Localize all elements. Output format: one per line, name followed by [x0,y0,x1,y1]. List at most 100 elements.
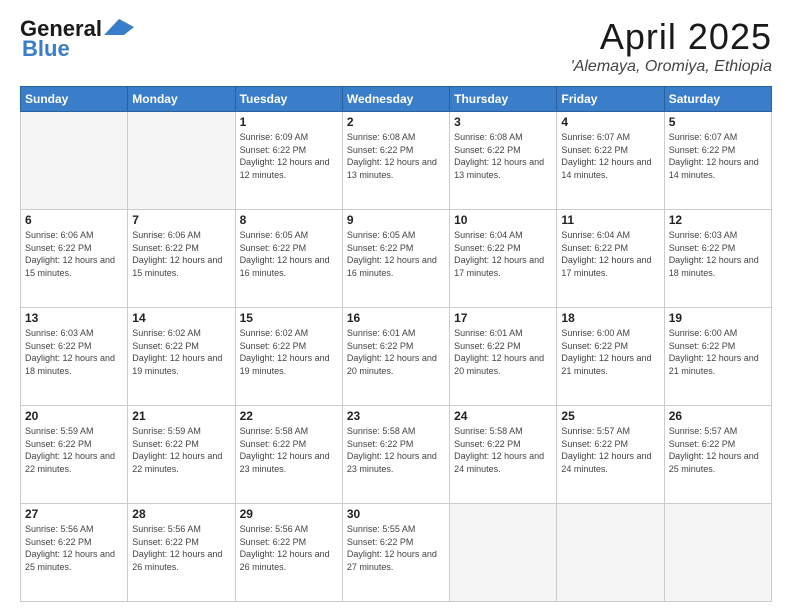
day-info: Sunrise: 5:59 AMSunset: 6:22 PMDaylight:… [25,425,123,475]
day-info: Sunrise: 6:05 AMSunset: 6:22 PMDaylight:… [240,229,338,279]
day-info: Sunrise: 6:00 AMSunset: 6:22 PMDaylight:… [669,327,767,377]
calendar-cell: 5 Sunrise: 6:07 AMSunset: 6:22 PMDaylight… [664,112,771,210]
day-number: 7 [132,213,230,227]
location: 'Alemaya, Oromiya, Ethiopia [571,58,772,76]
calendar-cell: 20 Sunrise: 5:59 AMSunset: 6:22 PMDayligh… [21,406,128,504]
day-number: 4 [561,115,659,129]
day-info: Sunrise: 6:08 AMSunset: 6:22 PMDaylight:… [454,131,552,181]
day-info: Sunrise: 5:59 AMSunset: 6:22 PMDaylight:… [132,425,230,475]
day-info: Sunrise: 6:03 AMSunset: 6:22 PMDaylight:… [669,229,767,279]
day-info: Sunrise: 6:04 AMSunset: 6:22 PMDaylight:… [561,229,659,279]
calendar-cell: 6 Sunrise: 6:06 AMSunset: 6:22 PMDaylight… [21,210,128,308]
day-info: Sunrise: 6:05 AMSunset: 6:22 PMDaylight:… [347,229,445,279]
week-row-4: 27 Sunrise: 5:56 AMSunset: 6:22 PMDayligh… [21,504,772,602]
day-info: Sunrise: 6:04 AMSunset: 6:22 PMDaylight:… [454,229,552,279]
day-info: Sunrise: 6:02 AMSunset: 6:22 PMDaylight:… [240,327,338,377]
calendar-cell: 29 Sunrise: 5:56 AMSunset: 6:22 PMDayligh… [235,504,342,602]
page: General Blue April 2025 'Alemaya, Oromiy… [0,0,792,612]
calendar-cell: 17 Sunrise: 6:01 AMSunset: 6:22 PMDayligh… [450,308,557,406]
calendar-cell: 2 Sunrise: 6:08 AMSunset: 6:22 PMDaylight… [342,112,449,210]
day-number: 27 [25,507,123,521]
day-number: 29 [240,507,338,521]
calendar-cell: 22Sunrise: 5:58 AMSunset: 6:22 PMDayligh… [235,406,342,504]
day-info: Sunrise: 5:56 AMSunset: 6:22 PMDaylight:… [132,523,230,573]
calendar-cell [664,504,771,602]
day-info: Sunrise: 6:01 AMSunset: 6:22 PMDaylight:… [454,327,552,377]
week-row-0: 1 Sunrise: 6:09 AMSunset: 6:22 PMDaylight… [21,112,772,210]
weekday-header-wednesday: Wednesday [342,87,449,112]
month-title: April 2025 [571,16,772,58]
calendar-cell: 23Sunrise: 5:58 AMSunset: 6:22 PMDayligh… [342,406,449,504]
calendar-cell: 28Sunrise: 5:56 AMSunset: 6:22 PMDayligh… [128,504,235,602]
day-info: Sunrise: 5:56 AMSunset: 6:22 PMDaylight:… [25,523,123,573]
calendar-cell [128,112,235,210]
day-number: 18 [561,311,659,325]
day-number: 25 [561,409,659,423]
calendar-cell [21,112,128,210]
calendar-cell [557,504,664,602]
day-number: 9 [347,213,445,227]
week-row-2: 13Sunrise: 6:03 AMSunset: 6:22 PMDayligh… [21,308,772,406]
weekday-header-monday: Monday [128,87,235,112]
day-info: Sunrise: 6:02 AMSunset: 6:22 PMDaylight:… [132,327,230,377]
day-info: Sunrise: 6:03 AMSunset: 6:22 PMDaylight:… [25,327,123,377]
day-number: 2 [347,115,445,129]
calendar-cell: 30 Sunrise: 5:55 AMSunset: 6:22 PMDayligh… [342,504,449,602]
day-number: 8 [240,213,338,227]
day-number: 1 [240,115,338,129]
calendar-cell: 16Sunrise: 6:01 AMSunset: 6:22 PMDayligh… [342,308,449,406]
week-row-1: 6 Sunrise: 6:06 AMSunset: 6:22 PMDaylight… [21,210,772,308]
logo: General Blue [20,16,134,62]
day-info: Sunrise: 5:58 AMSunset: 6:22 PMDaylight:… [454,425,552,475]
week-row-3: 20 Sunrise: 5:59 AMSunset: 6:22 PMDayligh… [21,406,772,504]
day-number: 5 [669,115,767,129]
calendar-cell: 8 Sunrise: 6:05 AMSunset: 6:22 PMDaylight… [235,210,342,308]
day-info: Sunrise: 6:06 AMSunset: 6:22 PMDaylight:… [25,229,123,279]
day-number: 21 [132,409,230,423]
day-number: 19 [669,311,767,325]
weekday-header-friday: Friday [557,87,664,112]
day-info: Sunrise: 6:00 AMSunset: 6:22 PMDaylight:… [561,327,659,377]
day-number: 14 [132,311,230,325]
day-number: 26 [669,409,767,423]
calendar-cell: 18 Sunrise: 6:00 AMSunset: 6:22 PMDayligh… [557,308,664,406]
day-number: 17 [454,311,552,325]
day-info: Sunrise: 5:56 AMSunset: 6:22 PMDaylight:… [240,523,338,573]
day-number: 15 [240,311,338,325]
weekday-header-row: SundayMondayTuesdayWednesdayThursdayFrid… [21,87,772,112]
day-number: 24 [454,409,552,423]
calendar-cell: 24 Sunrise: 5:58 AMSunset: 6:22 PMDayligh… [450,406,557,504]
calendar-cell: 21 Sunrise: 5:59 AMSunset: 6:22 PMDayligh… [128,406,235,504]
calendar-cell: 4 Sunrise: 6:07 AMSunset: 6:22 PMDaylight… [557,112,664,210]
calendar-cell: 11 Sunrise: 6:04 AMSunset: 6:22 PMDayligh… [557,210,664,308]
calendar-cell: 3 Sunrise: 6:08 AMSunset: 6:22 PMDaylight… [450,112,557,210]
day-info: Sunrise: 6:01 AMSunset: 6:22 PMDaylight:… [347,327,445,377]
day-number: 3 [454,115,552,129]
weekday-header-saturday: Saturday [664,87,771,112]
calendar-cell: 7 Sunrise: 6:06 AMSunset: 6:22 PMDaylight… [128,210,235,308]
day-info: Sunrise: 6:07 AMSunset: 6:22 PMDaylight:… [561,131,659,181]
day-number: 30 [347,507,445,521]
day-info: Sunrise: 5:57 AMSunset: 6:22 PMDaylight:… [561,425,659,475]
calendar-cell: 13Sunrise: 6:03 AMSunset: 6:22 PMDayligh… [21,308,128,406]
day-number: 10 [454,213,552,227]
weekday-header-thursday: Thursday [450,87,557,112]
day-number: 6 [25,213,123,227]
calendar-cell: 14 Sunrise: 6:02 AMSunset: 6:22 PMDayligh… [128,308,235,406]
calendar-cell: 25 Sunrise: 5:57 AMSunset: 6:22 PMDayligh… [557,406,664,504]
calendar-cell: 12Sunrise: 6:03 AMSunset: 6:22 PMDayligh… [664,210,771,308]
day-info: Sunrise: 6:06 AMSunset: 6:22 PMDaylight:… [132,229,230,279]
day-info: Sunrise: 6:07 AMSunset: 6:22 PMDaylight:… [669,131,767,181]
calendar-cell: 1 Sunrise: 6:09 AMSunset: 6:22 PMDaylight… [235,112,342,210]
day-info: Sunrise: 5:58 AMSunset: 6:22 PMDaylight:… [240,425,338,475]
day-info: Sunrise: 5:55 AMSunset: 6:22 PMDaylight:… [347,523,445,573]
calendar-table: SundayMondayTuesdayWednesdayThursdayFrid… [20,86,772,602]
weekday-header-tuesday: Tuesday [235,87,342,112]
calendar-cell: 10 Sunrise: 6:04 AMSunset: 6:22 PMDayligh… [450,210,557,308]
calendar-cell: 19 Sunrise: 6:00 AMSunset: 6:22 PMDayligh… [664,308,771,406]
day-number: 20 [25,409,123,423]
day-info: Sunrise: 6:08 AMSunset: 6:22 PMDaylight:… [347,131,445,181]
day-info: Sunrise: 6:09 AMSunset: 6:22 PMDaylight:… [240,131,338,181]
day-info: Sunrise: 5:57 AMSunset: 6:22 PMDaylight:… [669,425,767,475]
day-number: 11 [561,213,659,227]
